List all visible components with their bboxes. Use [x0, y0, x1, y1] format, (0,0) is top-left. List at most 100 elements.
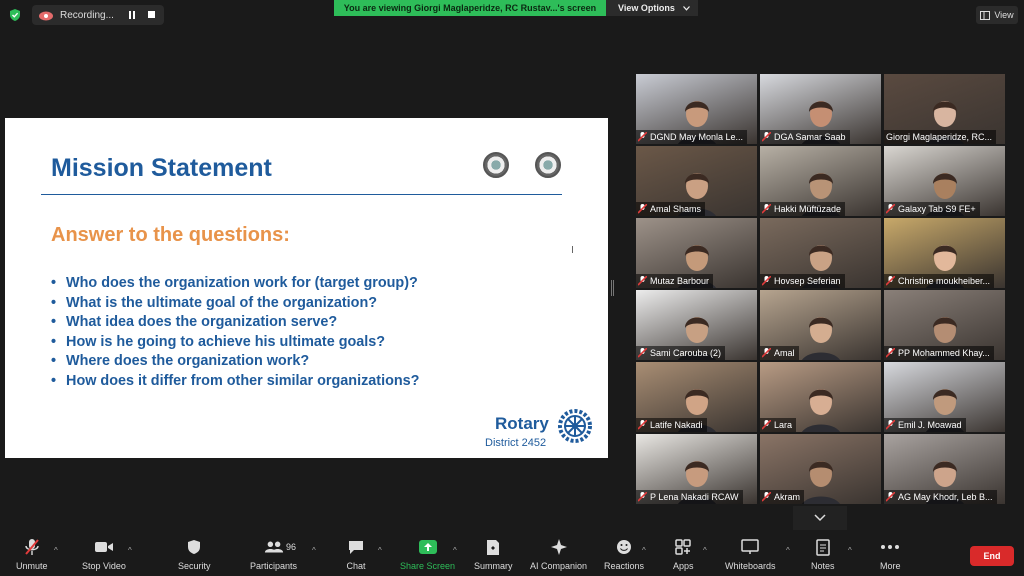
- cloud-recording-icon: [39, 11, 53, 21]
- view-layout-button[interactable]: View: [976, 6, 1018, 24]
- view-label: View: [994, 10, 1014, 20]
- recording-label: Recording...: [60, 9, 114, 21]
- participant-tile[interactable]: Sami Carouba (2): [636, 290, 757, 360]
- participant-tile[interactable]: AG May Khodr, Leb B...: [884, 434, 1005, 504]
- summary-button[interactable]: Summary: [474, 538, 513, 574]
- participant-name: Lara: [774, 420, 793, 430]
- participant-tile[interactable]: Lara: [760, 362, 881, 432]
- shield-icon: [188, 540, 201, 554]
- participant-name: DGA Samar Saab: [774, 132, 846, 142]
- participant-name-label: Sami Carouba (2): [636, 346, 726, 360]
- district-label: District 2452: [485, 437, 547, 449]
- title-divider: [41, 194, 562, 195]
- stop-recording-button[interactable]: [144, 7, 160, 23]
- participant-tile[interactable]: Hovsep Seferian: [760, 218, 881, 288]
- notes-button[interactable]: Notes: [811, 538, 835, 574]
- microphone-muted-icon: [638, 420, 647, 430]
- stop-icon: [148, 11, 155, 18]
- panel-resize-handle[interactable]: [611, 280, 614, 296]
- shield-check-icon[interactable]: [8, 8, 22, 22]
- more-button[interactable]: More: [880, 538, 901, 574]
- chevron-down-icon: [683, 5, 690, 11]
- audio-options-caret[interactable]: ^: [54, 546, 58, 555]
- participant-name: AG May Khodr, Leb B...: [898, 492, 993, 502]
- participant-tile[interactable]: Emil J. Moawad: [884, 362, 1005, 432]
- pause-icon: [129, 11, 135, 19]
- microphone-muted-icon: [886, 348, 895, 358]
- shared-screen-slide: Mission Statement Answer to the question…: [5, 118, 608, 458]
- participant-name: Akram: [774, 492, 801, 502]
- apps-label: Apps: [673, 561, 694, 571]
- whiteboards-options-caret[interactable]: ^: [786, 546, 790, 555]
- participant-tile[interactable]: DGA Samar Saab: [760, 74, 881, 144]
- unmute-button[interactable]: Unmute: [16, 538, 48, 574]
- participant-name-label: Mutaz Barbour: [636, 274, 714, 288]
- participant-name-label: Amal: [760, 346, 799, 360]
- participant-name: P Lena Nakadi RCAW: [650, 492, 739, 502]
- chevron-down-icon: [814, 514, 826, 522]
- participant-name-label: DGND May Monla Le...: [636, 130, 748, 144]
- stop-video-button[interactable]: Stop Video: [82, 538, 126, 574]
- participant-name-label: Christine moukheiber...: [884, 274, 995, 288]
- unmute-label: Unmute: [16, 561, 48, 571]
- whiteboard-icon: [741, 539, 760, 554]
- question-list: Who does the organization work for (targ…: [51, 275, 419, 393]
- list-item: What idea does the organization serve?: [51, 314, 419, 334]
- participant-name: Sami Carouba (2): [650, 348, 722, 358]
- apps-button[interactable]: Apps: [673, 538, 694, 574]
- whiteboards-button[interactable]: Whiteboards: [725, 538, 776, 574]
- district-seal-logo: [535, 152, 561, 178]
- participant-tile[interactable]: DGND May Monla Le...: [636, 74, 757, 144]
- microphone-muted-icon: [638, 276, 647, 286]
- participant-tile[interactable]: Giorgi Maglaperidze, RC...: [884, 74, 1005, 144]
- participant-tile[interactable]: P Lena Nakadi RCAW: [636, 434, 757, 504]
- participant-tile[interactable]: Mutaz Barbour: [636, 218, 757, 288]
- participant-tile[interactable]: Latife Nakadi: [636, 362, 757, 432]
- share-screen-button[interactable]: Share Screen: [400, 538, 455, 574]
- end-meeting-button[interactable]: End: [970, 546, 1014, 566]
- mouse-pointer: [572, 246, 577, 253]
- gallery-next-page-button[interactable]: [793, 506, 847, 530]
- participant-tile[interactable]: PP Mohammed Khay...: [884, 290, 1005, 360]
- participant-name-label: Lara: [760, 418, 797, 432]
- participant-tile[interactable]: Christine moukheiber...: [884, 218, 1005, 288]
- ai-companion-button[interactable]: AI Companion: [530, 538, 587, 574]
- share-options-caret[interactable]: ^: [453, 546, 457, 555]
- participant-name: Giorgi Maglaperidze, RC...: [886, 132, 993, 142]
- video-options-caret[interactable]: ^: [128, 546, 132, 555]
- security-button[interactable]: Security: [178, 538, 211, 574]
- rotary-brand: Rotary: [495, 414, 549, 433]
- participant-tile[interactable]: Akram: [760, 434, 881, 504]
- participant-name-label: Giorgi Maglaperidze, RC...: [884, 130, 997, 144]
- participant-name-label: Hovsep Seferian: [760, 274, 845, 288]
- participant-tile[interactable]: Amal: [760, 290, 881, 360]
- microphone-muted-icon: [762, 204, 771, 214]
- participants-options-caret[interactable]: ^: [312, 546, 316, 555]
- participant-name-label: AG May Khodr, Leb B...: [884, 490, 997, 504]
- participant-name: PP Mohammed Khay...: [898, 348, 990, 358]
- view-options-menu[interactable]: View Options: [606, 0, 698, 16]
- participant-name-label: Amal Shams: [636, 202, 706, 216]
- meeting-controls-toolbar: Unmute ^ Stop Video ^ Security Participa…: [0, 532, 1024, 576]
- notes-label: Notes: [811, 561, 835, 571]
- notes-options-caret[interactable]: ^: [848, 546, 852, 555]
- chat-button[interactable]: Chat: [346, 538, 366, 574]
- participant-tile[interactable]: Galaxy Tab S9 FE+: [884, 146, 1005, 216]
- pause-recording-button[interactable]: [124, 7, 140, 23]
- reactions-button[interactable]: Reactions: [604, 538, 644, 574]
- participant-tile[interactable]: Hakki Müftüzade: [760, 146, 881, 216]
- chat-options-caret[interactable]: ^: [378, 546, 382, 555]
- list-item: How is he going to achieve his ultimate …: [51, 334, 419, 354]
- reactions-options-caret[interactable]: ^: [642, 546, 646, 555]
- participant-video-silhouette: [801, 317, 840, 360]
- summary-document-icon: [487, 539, 500, 555]
- microphone-muted-icon: [638, 204, 647, 214]
- more-dots-icon: [881, 545, 900, 549]
- participant-name-label: DGA Samar Saab: [760, 130, 850, 144]
- apps-grid-icon: [675, 539, 691, 555]
- participant-tile[interactable]: Amal Shams: [636, 146, 757, 216]
- participant-name-label: Galaxy Tab S9 FE+: [884, 202, 980, 216]
- sparkle-icon: [550, 539, 567, 555]
- smiley-icon: [617, 540, 632, 554]
- apps-options-caret[interactable]: ^: [703, 546, 707, 555]
